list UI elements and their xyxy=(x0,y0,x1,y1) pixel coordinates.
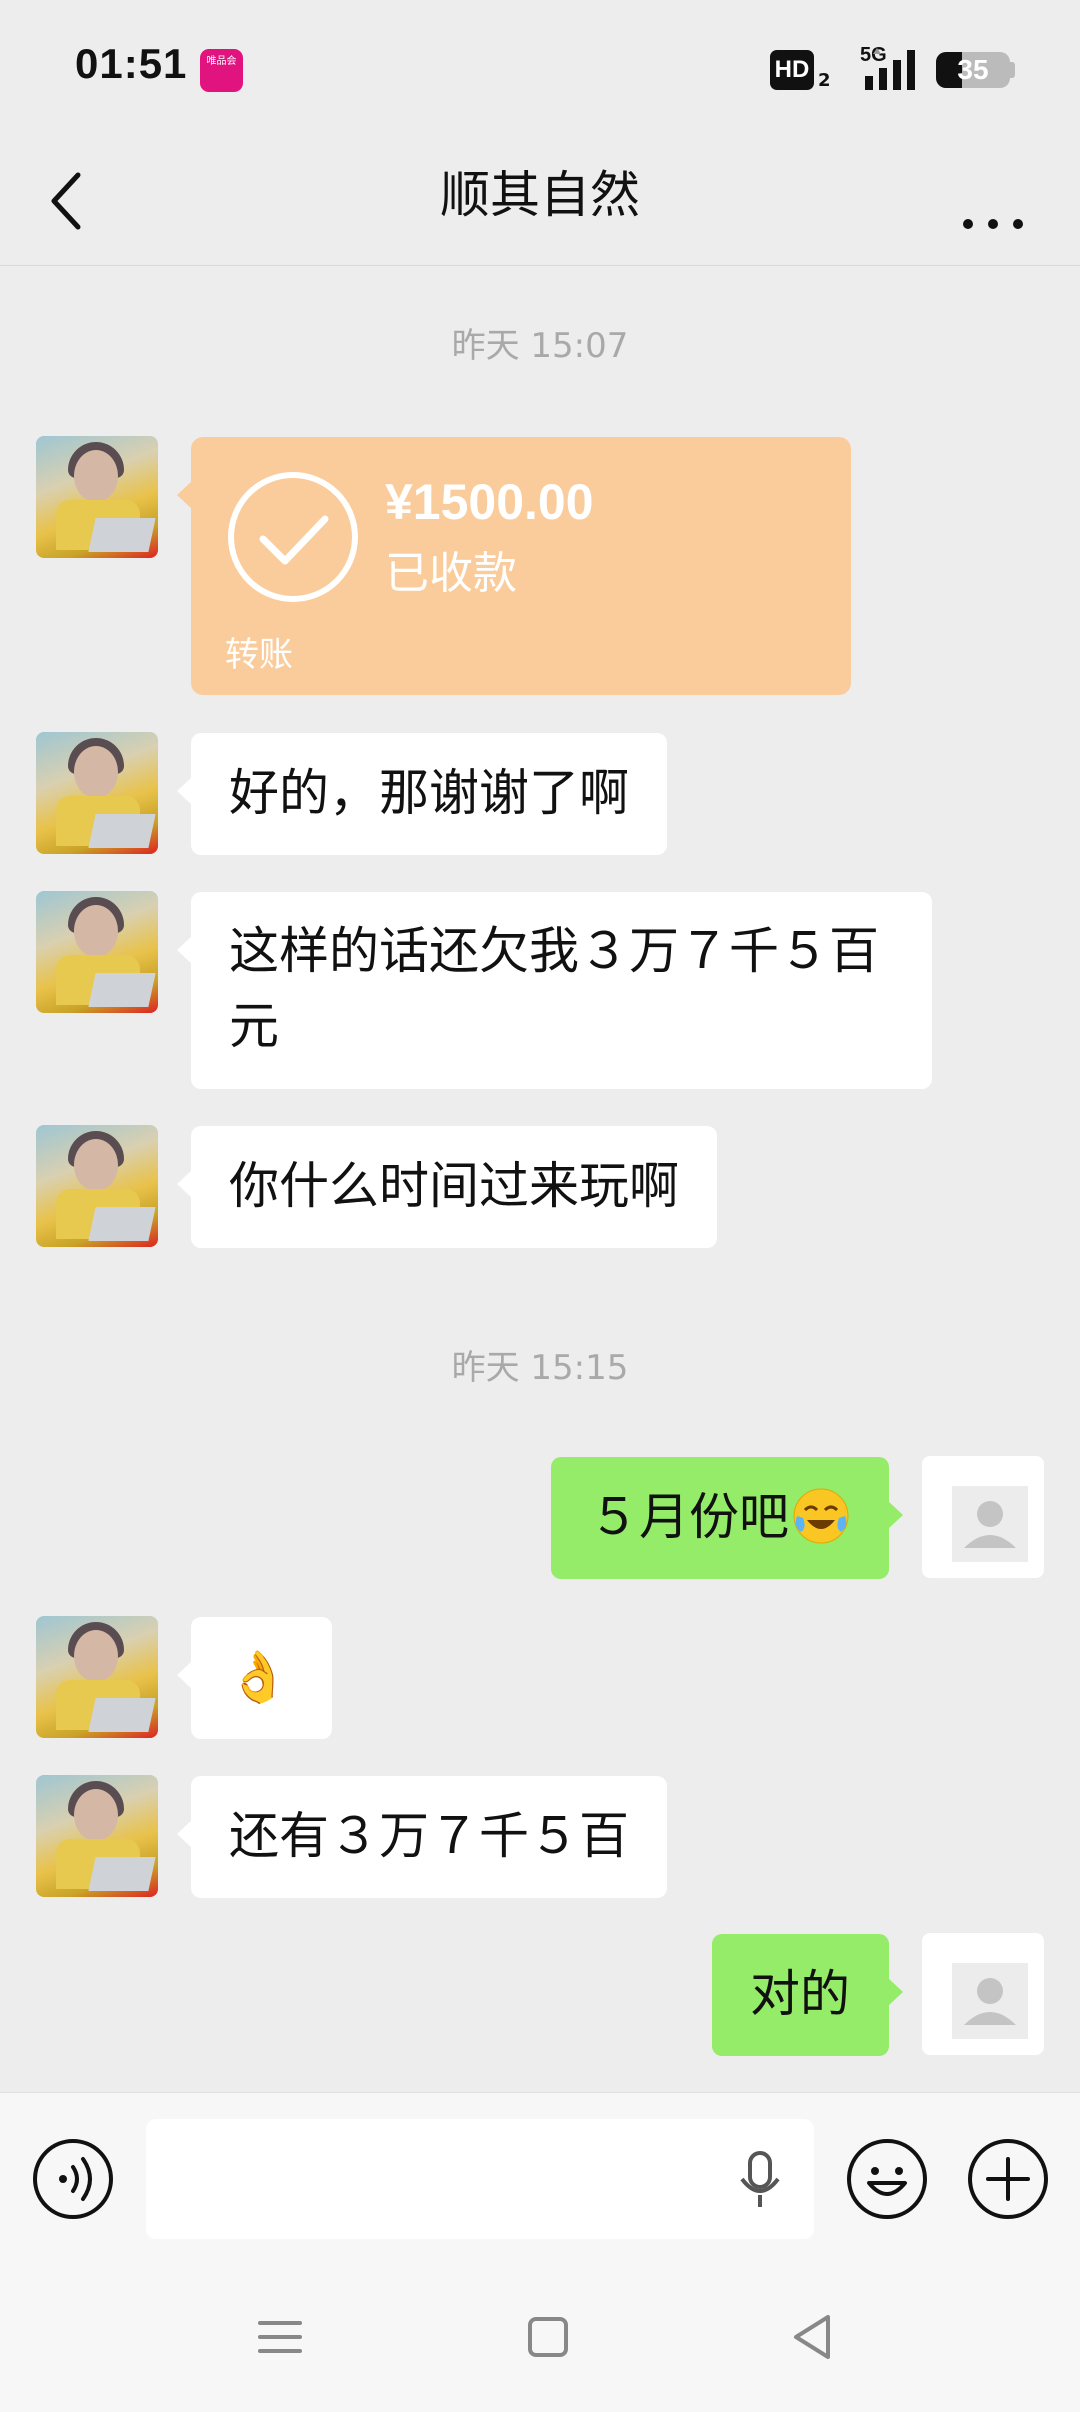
message-text: 好的，那谢谢了啊 xyxy=(229,764,629,822)
hd-sim-number: 2 xyxy=(818,70,831,91)
more-options-icon[interactable] xyxy=(958,170,1028,230)
my-avatar[interactable] xyxy=(922,1456,1044,1578)
my-avatar[interactable] xyxy=(922,1933,1044,2055)
friend-avatar[interactable] xyxy=(36,732,158,854)
message-bubble[interactable]: 你什么时间过来玩啊 xyxy=(177,1126,717,1248)
message-timestamp: 昨天 15:07 xyxy=(451,326,629,366)
message-text-line: 元 xyxy=(229,997,279,1055)
back-icon[interactable] xyxy=(782,2307,842,2367)
status-bar: 01:51 唯品会 HD 2 5G 35 xyxy=(0,0,1080,140)
signal-icon xyxy=(865,48,915,90)
battery-tip xyxy=(1010,62,1015,78)
message-input[interactable] xyxy=(146,2119,814,2239)
transfer-amount: ¥1500.00 xyxy=(385,474,594,530)
friend-avatar[interactable] xyxy=(36,436,158,558)
my-message-bubble[interactable]: 对的 xyxy=(712,1934,903,2056)
home-icon[interactable] xyxy=(518,2307,578,2367)
hd-voice-icon: HD xyxy=(770,50,814,90)
friend-avatar[interactable] xyxy=(36,1775,158,1897)
message-text: 你什么时间过来玩啊 xyxy=(229,1157,679,1215)
battery-icon: 35 xyxy=(936,52,1010,88)
message-text: ５月份吧 xyxy=(589,1488,789,1546)
transfer-label: 转账 xyxy=(225,635,293,675)
message-text-line: 这样的话还欠我３万７千５百 xyxy=(229,922,879,980)
battery-level: 35 xyxy=(957,54,989,85)
microphone-icon[interactable] xyxy=(730,2145,790,2215)
message-text: 还有３万７千５百 xyxy=(229,1807,629,1865)
transfer-card[interactable]: ¥1500.00 已收款 转账 xyxy=(177,437,851,695)
default-avatar-icon xyxy=(952,1963,1028,2039)
status-time: 01:51 xyxy=(75,40,188,87)
message-bubble[interactable]: 👌 xyxy=(177,1617,332,1739)
input-bar xyxy=(0,2092,1080,2262)
transfer-status: 已收款 xyxy=(385,548,517,599)
plus-icon[interactable] xyxy=(966,2137,1050,2221)
friend-avatar[interactable] xyxy=(36,1125,158,1247)
message-bubble[interactable]: 好的，那谢谢了啊 xyxy=(177,733,667,855)
message-bubble[interactable]: 还有３万７千５百 xyxy=(177,1776,667,1898)
friend-avatar[interactable] xyxy=(36,1616,158,1738)
app-notification-icon: 唯品会 xyxy=(200,49,243,92)
emoji-icon[interactable] xyxy=(845,2137,929,2221)
message-text: 对的 xyxy=(750,1965,850,2023)
friend-avatar[interactable] xyxy=(36,891,158,1013)
my-message-bubble[interactable]: ５月份吧 xyxy=(551,1457,903,1579)
laughing-crying-emoji-icon xyxy=(793,1488,849,1544)
message-bubble[interactable]: 这样的话还欠我３万７千５百 元 xyxy=(177,892,932,1089)
menu-icon[interactable] xyxy=(250,2307,310,2367)
message-timestamp: 昨天 15:15 xyxy=(451,1348,629,1388)
chat-title: 顺其自然 xyxy=(440,166,640,224)
system-nav-bar xyxy=(0,2262,1080,2412)
voice-input-icon[interactable] xyxy=(31,2137,115,2221)
chat-header: 顺其自然 xyxy=(0,140,1080,266)
received-check-icon xyxy=(228,472,358,602)
default-avatar-icon xyxy=(952,1486,1028,1562)
ok-hand-emoji: 👌 xyxy=(227,1648,290,1706)
